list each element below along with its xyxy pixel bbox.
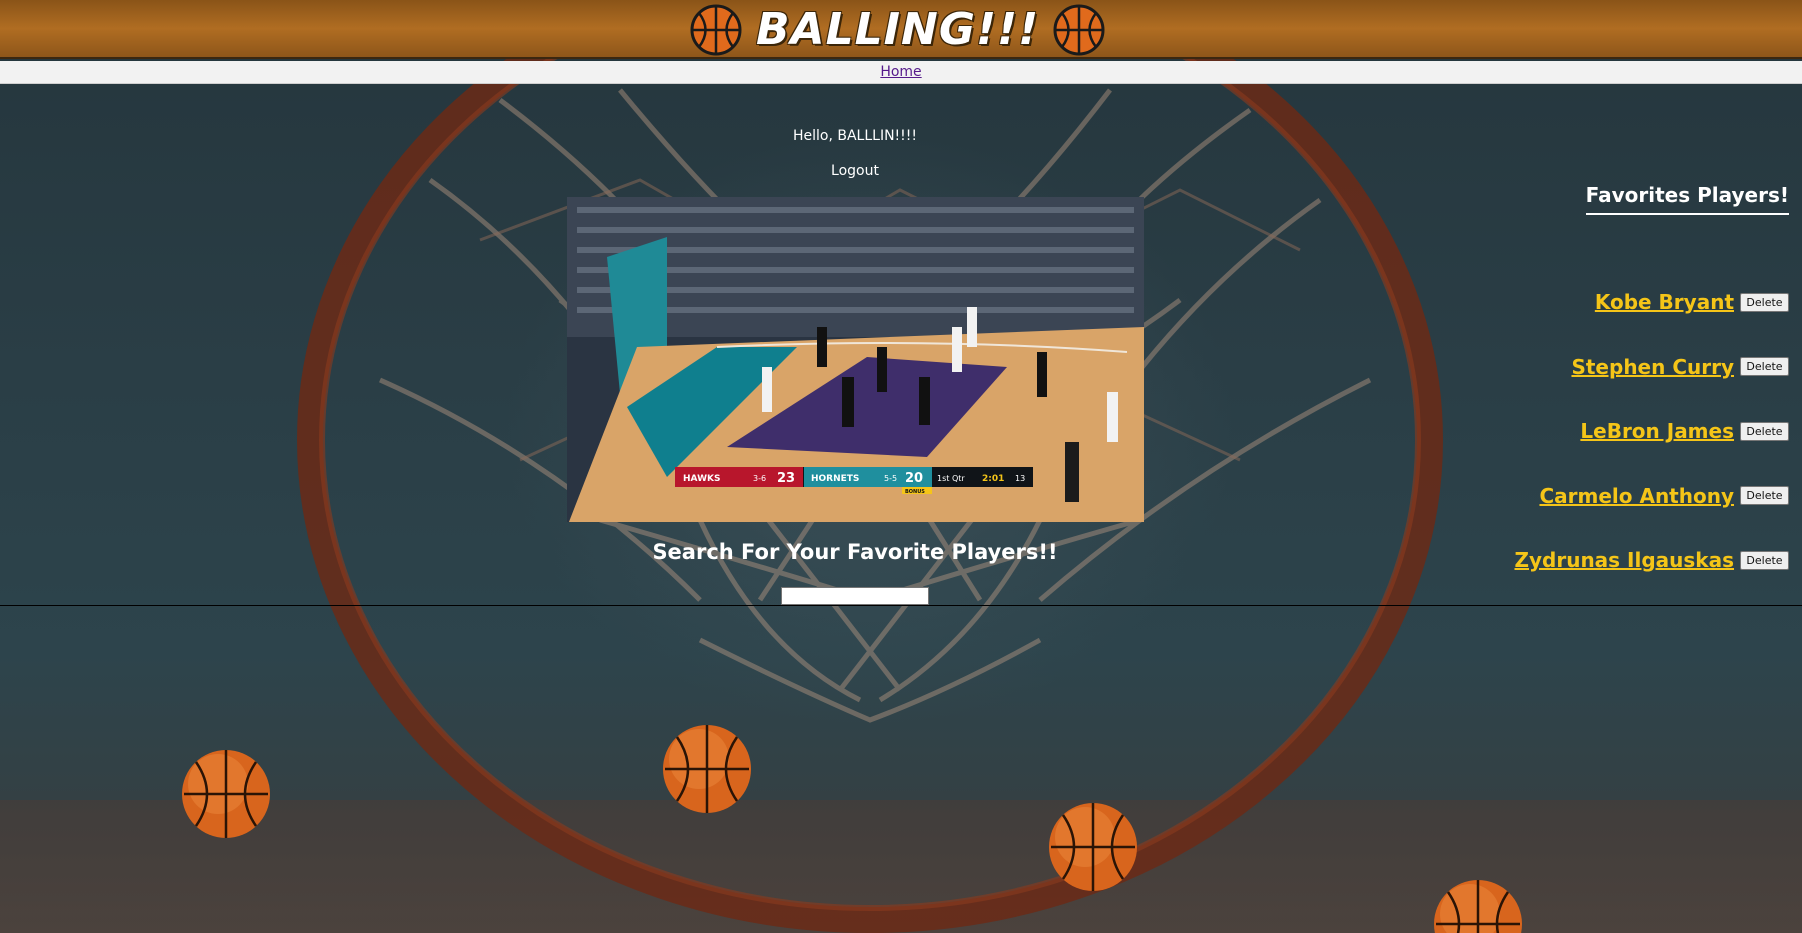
scorebug-away-score: 23 (777, 471, 795, 486)
favorites-list: Kobe Bryant Delete Stephen Curry Delete … (1369, 270, 1789, 593)
game-video[interactable]: HAWKS 3-6 23 HORNETS 5-5 20 1st Qtr 2:01… (567, 197, 1144, 522)
favorite-player-link[interactable]: Zydrunas Ilgauskas (1514, 548, 1734, 572)
favorite-player-row: LeBron James Delete (1369, 399, 1789, 464)
basketball-icon (690, 4, 742, 55)
horizontal-divider (0, 605, 1802, 606)
nav-home-link[interactable]: Home (880, 64, 921, 80)
scorebug-away-team: HAWKS (683, 474, 720, 484)
favorites-heading: Favorites Players! (1585, 183, 1789, 215)
scorebug-bonus: BONUS (905, 489, 925, 495)
favorite-player-link[interactable]: LeBron James (1580, 419, 1734, 443)
favorite-player-link[interactable]: Stephen Curry (1571, 355, 1734, 379)
scorebug-home-team: HORNETS (811, 474, 859, 484)
favorite-player-link[interactable]: Carmelo Anthony (1539, 484, 1734, 508)
delete-favorite-button[interactable]: Delete (1740, 357, 1789, 377)
scorebug-clock: 2:01 (982, 474, 1004, 484)
scorebug-shot-clock: 13 (1015, 474, 1025, 483)
favorite-player-row: Carmelo Anthony Delete (1369, 464, 1789, 529)
site-title: BALLING!!! (756, 4, 1040, 55)
scorebug-period: 1st Qtr (937, 474, 965, 483)
delete-favorite-button[interactable]: Delete (1740, 550, 1789, 570)
favorite-player-link[interactable]: Kobe Bryant (1595, 290, 1734, 314)
favorite-player-row: Zydrunas Ilgauskas Delete (1369, 528, 1789, 593)
search-heading: Search For Your Favorite Players!! (652, 540, 1058, 564)
logout-link[interactable]: Logout (700, 163, 1010, 179)
basketball-icon (1053, 4, 1105, 55)
player-search-input[interactable] (781, 587, 929, 605)
scorebug-home-record: 5-5 (884, 474, 897, 483)
favorite-player-row: Stephen Curry Delete (1369, 335, 1789, 400)
delete-favorite-button[interactable]: Delete (1740, 421, 1789, 441)
site-header: BALLING!!! (0, 0, 1802, 59)
nav-bar: Home (0, 61, 1802, 84)
game-video-frame: HAWKS 3-6 23 HORNETS 5-5 20 1st Qtr 2:01… (567, 197, 1144, 522)
basketball-icon (1434, 880, 1522, 933)
scorebug-home-score: 20 (905, 471, 923, 486)
scorebug-away-record: 3-6 (753, 474, 766, 483)
delete-favorite-button[interactable]: Delete (1740, 486, 1789, 506)
basketball-icon (182, 750, 270, 838)
basketball-icon (663, 725, 751, 813)
delete-favorite-button[interactable]: Delete (1740, 292, 1789, 312)
greeting-text: Hello, BALLLIN!!!! (792, 128, 918, 144)
basketball-icon (1049, 803, 1137, 891)
header-title-group: BALLING!!! (690, 2, 1105, 57)
favorite-player-row: Kobe Bryant Delete (1369, 270, 1789, 335)
